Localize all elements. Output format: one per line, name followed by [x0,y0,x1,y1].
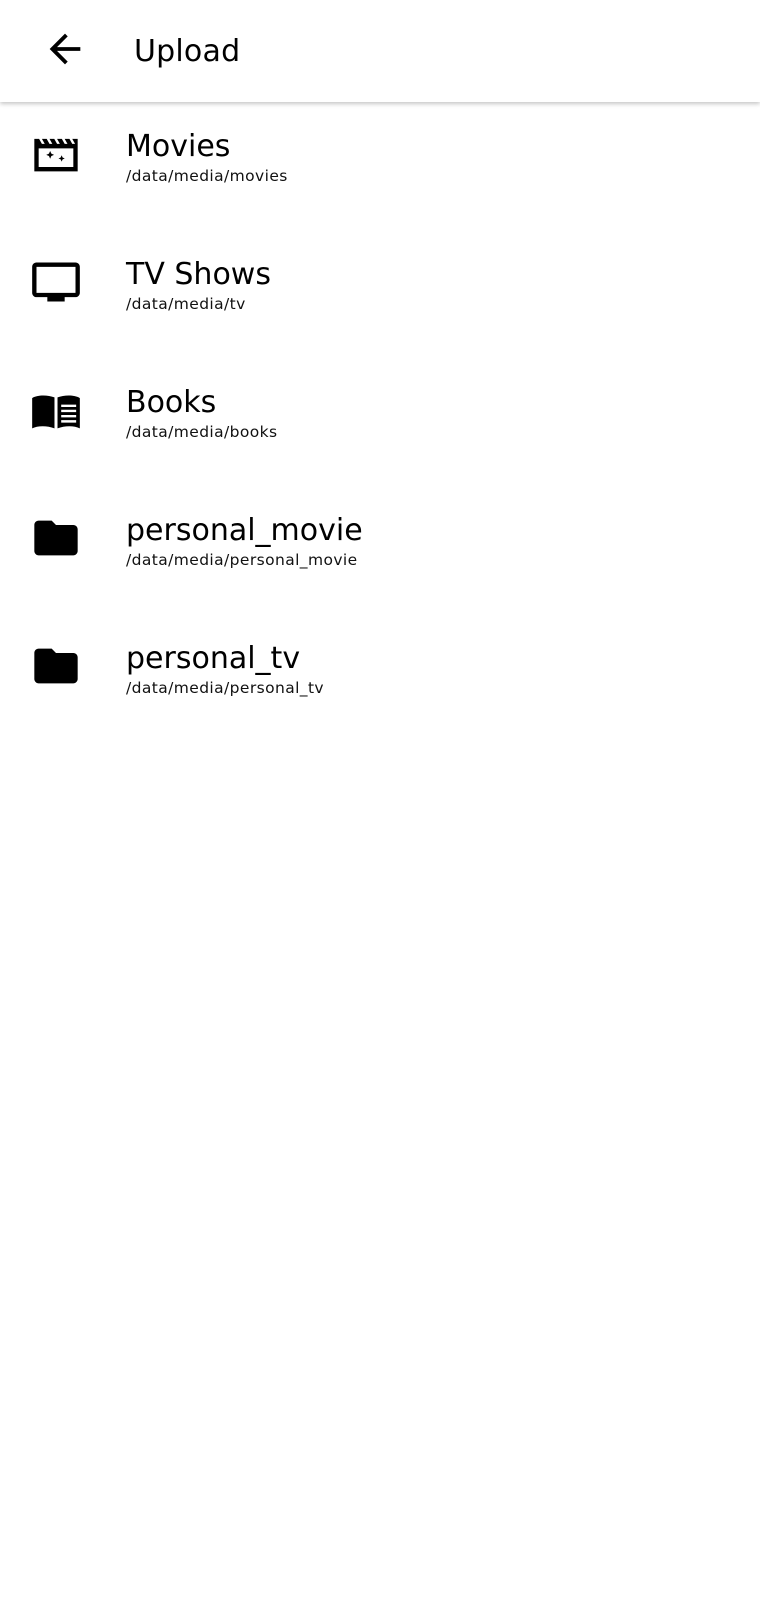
back-button[interactable] [25,11,105,91]
folder-icon [30,512,82,564]
library-title: TV Shows [126,257,271,292]
list-item-tv-shows[interactable]: TV Shows /data/media/tv [0,230,760,358]
tv-icon [30,256,82,308]
arrow-back-icon [42,26,88,76]
library-title: personal_tv [126,641,301,676]
library-path: /data/media/tv [126,295,246,313]
app-bar: Upload [0,0,760,102]
book-icon [30,384,82,436]
library-title: Books [126,385,217,420]
page-title: Upload [134,34,241,69]
library-path: /data/media/books [126,423,278,441]
library-title: personal_movie [126,513,363,548]
list-item-books[interactable]: Books /data/media/books [0,358,760,486]
library-list: Movies /data/media/movies TV Shows /data… [0,102,760,742]
movie-icon [30,128,82,180]
folder-icon [30,640,82,692]
list-item-movies[interactable]: Movies /data/media/movies [0,102,760,230]
library-path: /data/media/movies [126,167,288,185]
library-path: /data/media/personal_movie [126,551,358,569]
library-path: /data/media/personal_tv [126,679,324,697]
library-title: Movies [126,129,231,164]
list-item-personal-movie[interactable]: personal_movie /data/media/personal_movi… [0,486,760,614]
list-item-personal-tv[interactable]: personal_tv /data/media/personal_tv [0,614,760,742]
